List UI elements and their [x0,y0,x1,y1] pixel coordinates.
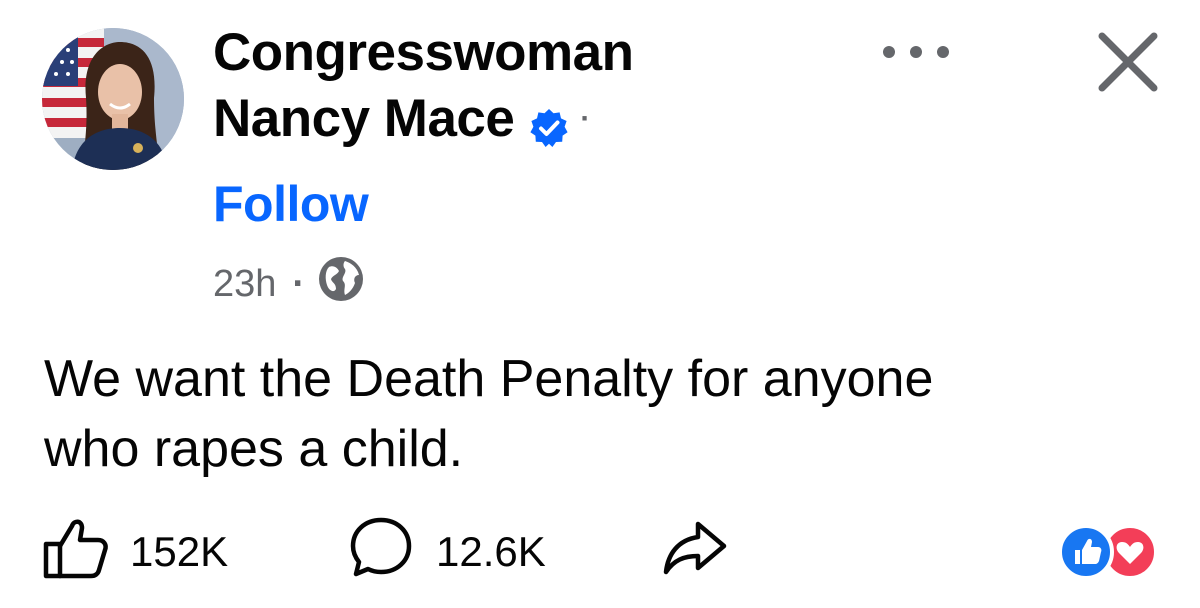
author-title: Congresswoman [213,23,634,82]
post-timestamp[interactable]: 23h [213,263,276,306]
verified-badge-icon [528,99,570,147]
close-icon[interactable] [1092,26,1164,98]
author-name[interactable]: Congresswoman Nancy Mace · [213,20,634,152]
author-full-name: Nancy Mace [213,89,515,148]
reaction-summary[interactable] [1056,524,1160,580]
meta-separator: · [292,262,306,305]
post-meta: 23h · [213,256,365,312]
comment-button[interactable]: 12.6K [346,512,546,592]
post-actions-bar: 152K 12.6K [40,512,1170,592]
globe-icon[interactable] [317,255,365,313]
share-button[interactable] [660,512,730,592]
follow-button[interactable]: Follow [213,172,369,236]
thumbs-up-icon [40,512,110,592]
like-reaction-icon [1058,524,1114,580]
avatar-photo [42,28,184,170]
share-arrow-icon [660,512,730,592]
comment-count: 12.6K [436,528,546,575]
post-card: Congresswoman Nancy Mace · Follow 23h · [0,0,1200,608]
post-message-line1: We want the Death Penalty for anyone [44,350,934,408]
post-message-line2: who rapes a child. [44,420,464,478]
like-button[interactable]: 152K [40,512,228,592]
name-dot-separator: · [580,102,590,135]
author-name-line1: Congresswoman [213,20,634,86]
post-message: We want the Death Penalty for anyone who… [44,344,1164,484]
author-avatar[interactable] [42,28,184,170]
author-name-line2: Nancy Mace · [213,86,634,152]
like-count: 152K [130,528,229,575]
comment-bubble-icon [346,512,416,592]
more-options-icon[interactable] [878,38,954,66]
